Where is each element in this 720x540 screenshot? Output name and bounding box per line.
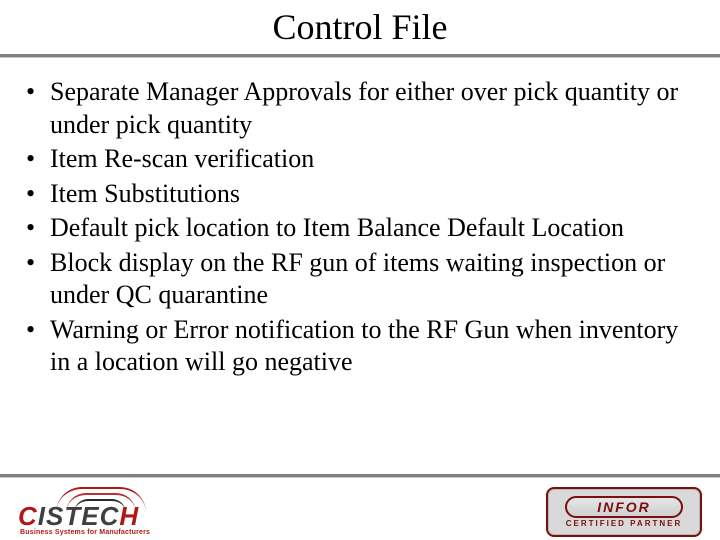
certified-partner-label: CERTIFIED PARTNER <box>566 519 683 528</box>
slide-title: Control File <box>0 6 720 48</box>
infor-wordmark: INFOR <box>597 499 651 515</box>
bullet-list: Separate Manager Approvals for either ov… <box>20 76 700 379</box>
cistech-logo: CISTECH Business Systems for Manufacture… <box>18 489 198 535</box>
list-item: Separate Manager Approvals for either ov… <box>20 76 700 141</box>
list-item: Item Re-scan verification <box>20 143 700 176</box>
list-item: Default pick location to Item Balance De… <box>20 212 700 245</box>
content-area: Separate Manager Approvals for either ov… <box>0 58 720 379</box>
infor-pill-icon: INFOR <box>565 496 683 518</box>
infor-partner-badge: INFOR CERTIFIED PARTNER <box>546 487 702 537</box>
list-item: Block display on the RF gun of items wai… <box>20 247 700 312</box>
title-area: Control File <box>0 0 720 58</box>
list-item: Warning or Error notification to the RF … <box>20 314 700 379</box>
footer: CISTECH Business Systems for Manufacture… <box>0 474 720 540</box>
slide: Control File Separate Manager Approvals … <box>0 0 720 540</box>
footer-inner: CISTECH Business Systems for Manufacture… <box>0 478 720 540</box>
cistech-tagline: Business Systems for Manufacturers <box>20 529 150 536</box>
list-item: Item Substitutions <box>20 178 700 211</box>
cistech-wordmark: CISTECH <box>18 501 139 532</box>
